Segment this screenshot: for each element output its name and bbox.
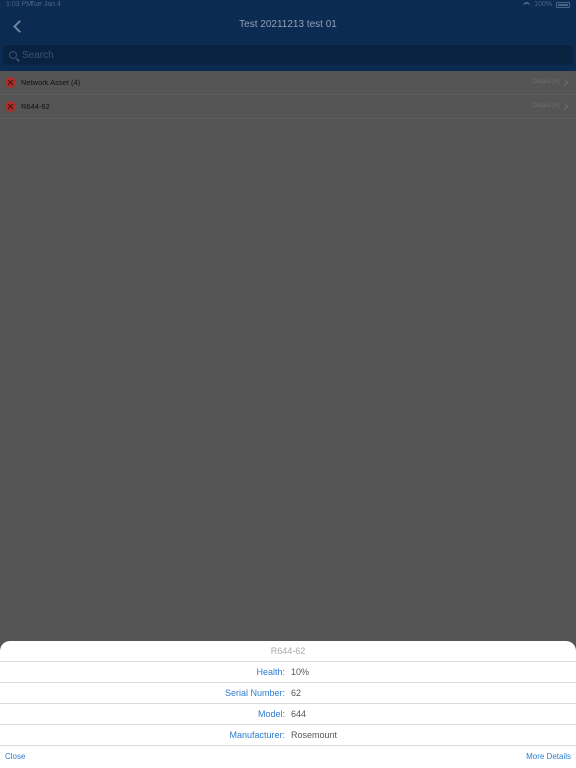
list-item-label: R644-62 <box>21 102 50 111</box>
status-indicators: 100% <box>523 1 570 8</box>
search-bar[interactable] <box>3 45 573 65</box>
status-bar: 1:03 PM Tue Jan 4 100% <box>0 0 576 11</box>
status-date: Tue Jan 4 <box>30 1 61 8</box>
list-item-network-asset[interactable]: Network Asset (4) Details (4) <box>0 71 576 95</box>
search-icon <box>9 51 17 59</box>
detail-row-manufacturer: Manufacturer: Rosemount <box>0 725 576 746</box>
list-item-r644-62[interactable]: R644-62 Details (4) <box>0 95 576 119</box>
page-title: Test 20211213 test 01 <box>239 19 337 30</box>
error-x-icon <box>5 77 16 88</box>
detail-row-model: Model: 644 <box>0 704 576 725</box>
chevron-right-icon <box>560 78 569 87</box>
detail-row-serial-number: Serial Number: 62 <box>0 683 576 704</box>
detail-label: Model: <box>257 709 285 719</box>
search-input[interactable] <box>22 49 542 61</box>
nav-bar: Test 20211213 test 01 <box>0 11 576 41</box>
detail-value: 644 <box>291 709 307 719</box>
list-item-label: Network Asset (4) <box>21 78 81 87</box>
close-button[interactable]: Close <box>5 752 25 761</box>
more-details-button[interactable]: More Details <box>526 752 571 761</box>
wifi-icon <box>523 2 531 7</box>
chevron-right-icon <box>560 102 569 111</box>
battery-percent: 100% <box>534 1 552 8</box>
detail-value: 10% <box>291 667 310 677</box>
detail-value: 62 <box>291 688 302 698</box>
sheet-title: R644-62 <box>0 641 576 662</box>
detail-label: Manufacturer: <box>229 730 285 740</box>
error-x-icon <box>5 101 16 112</box>
asset-list: Network Asset (4) Details (4) R644-62 De… <box>0 71 576 119</box>
list-item-detail: Details (4) <box>532 103 560 109</box>
battery-icon <box>556 1 570 8</box>
list-item-detail: Details (4) <box>532 79 560 85</box>
sheet-actions: Close More Details <box>0 746 576 767</box>
status-time: 1:03 PM <box>6 1 33 8</box>
detail-label: Serial Number: <box>224 688 285 698</box>
detail-label: Health: <box>256 667 285 677</box>
app-header: 1:03 PM Tue Jan 4 100% Test 20211213 tes… <box>0 0 576 71</box>
asset-detail-sheet: R644-62 Health: 10% Serial Number: 62 Mo… <box>0 641 576 768</box>
detail-row-health: Health: 10% <box>0 662 576 683</box>
detail-value: Rosemount <box>291 730 338 740</box>
